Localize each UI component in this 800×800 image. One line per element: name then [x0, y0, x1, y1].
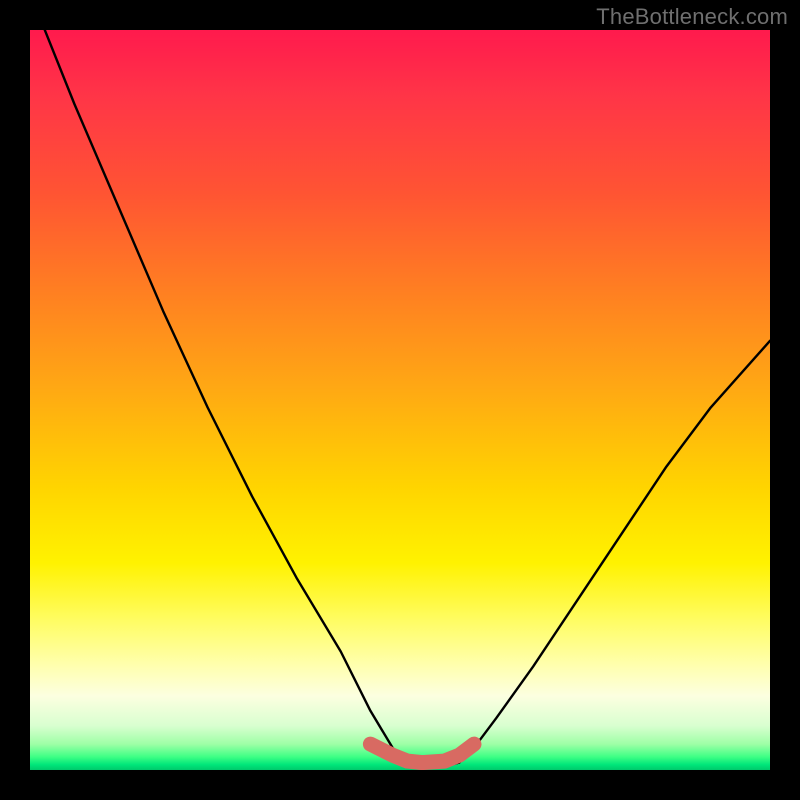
ok-band [370, 744, 474, 763]
bottleneck-curve [30, 30, 770, 766]
watermark-text: TheBottleneck.com [596, 4, 788, 30]
plot-area [30, 30, 770, 770]
chart-frame: TheBottleneck.com [0, 0, 800, 800]
curve-layer [30, 30, 770, 770]
